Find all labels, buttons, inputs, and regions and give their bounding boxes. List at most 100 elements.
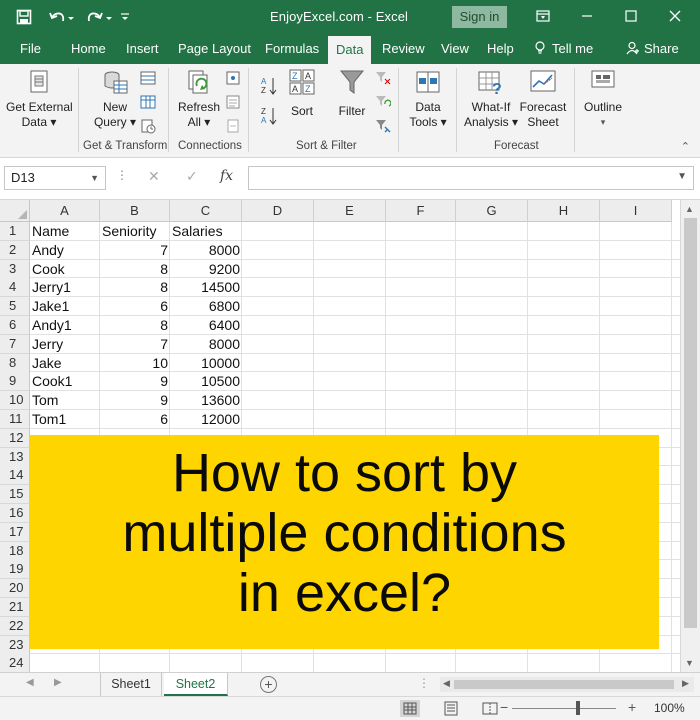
- column-header[interactable]: G: [456, 200, 528, 222]
- ribbon-display-options-icon[interactable]: [526, 4, 560, 28]
- normal-view-icon[interactable]: [400, 700, 420, 717]
- column-header[interactable]: H: [528, 200, 600, 222]
- tell-me-search[interactable]: Tell me: [534, 34, 593, 64]
- select-all-button[interactable]: [0, 200, 30, 222]
- enter-icon[interactable]: ✓: [186, 168, 198, 185]
- column-header[interactable]: D: [242, 200, 314, 222]
- zoom-level[interactable]: 100%: [654, 701, 685, 715]
- table-cell[interactable]: 9: [100, 372, 170, 391]
- row-header[interactable]: 12: [0, 428, 30, 448]
- table-cell[interactable]: 6: [100, 410, 170, 429]
- row-header[interactable]: 13: [0, 447, 30, 467]
- show-queries-icon[interactable]: [140, 70, 156, 91]
- row-header[interactable]: 8: [0, 353, 30, 373]
- table-cell[interactable]: Salaries: [170, 222, 242, 241]
- table-cell[interactable]: Andy1: [30, 316, 100, 335]
- table-cell[interactable]: 6400: [170, 316, 242, 335]
- table-cell[interactable]: 7: [100, 335, 170, 354]
- tab-data[interactable]: Data: [328, 36, 372, 64]
- tab-view[interactable]: View: [441, 34, 469, 64]
- zoom-slider-track[interactable]: [512, 708, 616, 709]
- row-header[interactable]: 1: [0, 222, 30, 241]
- row-header[interactable]: 24: [0, 654, 30, 672]
- zoom-out-icon[interactable]: −: [500, 699, 508, 715]
- advanced-filter-icon[interactable]: [375, 118, 391, 139]
- forecast-sheet-button[interactable]: Forecast Sheet: [518, 68, 568, 130]
- table-cell[interactable]: 8: [100, 278, 170, 297]
- row-header[interactable]: 14: [0, 466, 30, 486]
- table-cell[interactable]: 6: [100, 297, 170, 316]
- clear-filter-icon[interactable]: [375, 70, 391, 91]
- row-header[interactable]: 7: [0, 334, 30, 354]
- expand-formula-bar-icon[interactable]: ▼: [677, 171, 687, 182]
- table-cell[interactable]: 6800: [170, 297, 242, 316]
- name-box-dropdown-icon[interactable]: ▼: [90, 167, 99, 189]
- table-cell[interactable]: 8: [100, 260, 170, 279]
- tab-insert[interactable]: Insert: [126, 34, 159, 64]
- refresh-all-button[interactable]: Refresh All ▾: [174, 68, 224, 130]
- table-cell[interactable]: Jerry: [30, 335, 100, 354]
- next-sheet-icon[interactable]: ▶: [54, 677, 62, 688]
- zoom-slider-thumb[interactable]: [576, 701, 580, 715]
- page-layout-view-icon[interactable]: [441, 700, 461, 717]
- table-cell[interactable]: Jake1: [30, 297, 100, 316]
- sheet-tab-sheet1[interactable]: Sheet1: [100, 673, 162, 696]
- row-header[interactable]: 11: [0, 410, 30, 429]
- row-header[interactable]: 15: [0, 485, 30, 505]
- scroll-up-icon[interactable]: ▲: [685, 204, 694, 214]
- table-cell[interactable]: 10: [100, 354, 170, 373]
- table-cell[interactable]: Seniority: [100, 222, 170, 241]
- table-cell[interactable]: 7: [100, 241, 170, 260]
- minimize-button[interactable]: [570, 4, 604, 28]
- tab-home[interactable]: Home: [71, 34, 106, 64]
- sort-a-to-z-icon[interactable]: AZ: [260, 76, 278, 101]
- row-header[interactable]: 9: [0, 372, 30, 392]
- row-header[interactable]: 22: [0, 616, 30, 636]
- name-box[interactable]: D13 ▼: [4, 166, 106, 190]
- horizontal-scroll-thumb[interactable]: [454, 680, 674, 689]
- table-cell[interactable]: Name: [30, 222, 100, 241]
- table-cell[interactable]: Andy: [30, 241, 100, 260]
- table-cell[interactable]: 8000: [170, 241, 242, 260]
- row-header[interactable]: 23: [0, 635, 30, 655]
- table-cell[interactable]: Cook: [30, 260, 100, 279]
- row-header[interactable]: 20: [0, 579, 30, 599]
- tab-page-layout[interactable]: Page Layout: [178, 34, 251, 64]
- tab-help[interactable]: Help: [487, 34, 514, 64]
- row-header[interactable]: 5: [0, 297, 30, 317]
- redo-icon[interactable]: [84, 7, 114, 27]
- sign-in-button[interactable]: Sign in: [452, 6, 507, 28]
- table-cell[interactable]: Jake: [30, 354, 100, 373]
- table-cell[interactable]: 10500: [170, 372, 242, 391]
- data-tools-button[interactable]: Data Tools ▾: [406, 68, 450, 130]
- row-header[interactable]: 2: [0, 240, 30, 260]
- share-button[interactable]: Share: [626, 34, 679, 64]
- zoom-in-icon[interactable]: +: [628, 699, 636, 715]
- column-header[interactable]: I: [600, 200, 672, 222]
- maximize-button[interactable]: [614, 4, 648, 28]
- reapply-filter-icon[interactable]: [375, 94, 392, 115]
- table-cell[interactable]: Tom: [30, 391, 100, 410]
- scroll-left-icon[interactable]: ◀: [443, 678, 450, 689]
- row-header[interactable]: 19: [0, 560, 30, 580]
- scroll-right-icon[interactable]: ▶: [682, 678, 689, 689]
- row-header[interactable]: 16: [0, 504, 30, 523]
- tab-file[interactable]: File: [20, 34, 41, 64]
- column-header[interactable]: F: [386, 200, 456, 222]
- row-header[interactable]: 17: [0, 522, 30, 542]
- tab-review[interactable]: Review: [382, 34, 425, 64]
- table-cell[interactable]: 12000: [170, 410, 242, 429]
- sort-z-to-a-icon[interactable]: ZA: [260, 106, 278, 131]
- add-sheet-icon[interactable]: +: [260, 676, 277, 693]
- save-icon[interactable]: [14, 7, 34, 27]
- column-header[interactable]: C: [170, 200, 242, 222]
- row-header[interactable]: 4: [0, 278, 30, 298]
- row-header[interactable]: 10: [0, 391, 30, 411]
- recent-sources-icon[interactable]: [140, 118, 156, 139]
- table-cell[interactable]: 13600: [170, 391, 242, 410]
- scroll-down-icon[interactable]: ▼: [685, 658, 694, 668]
- row-header[interactable]: 18: [0, 541, 30, 561]
- horizontal-scrollbar[interactable]: ◀ ▶: [440, 677, 694, 692]
- column-header[interactable]: E: [314, 200, 386, 222]
- new-query-button[interactable]: New Query ▾: [90, 68, 140, 130]
